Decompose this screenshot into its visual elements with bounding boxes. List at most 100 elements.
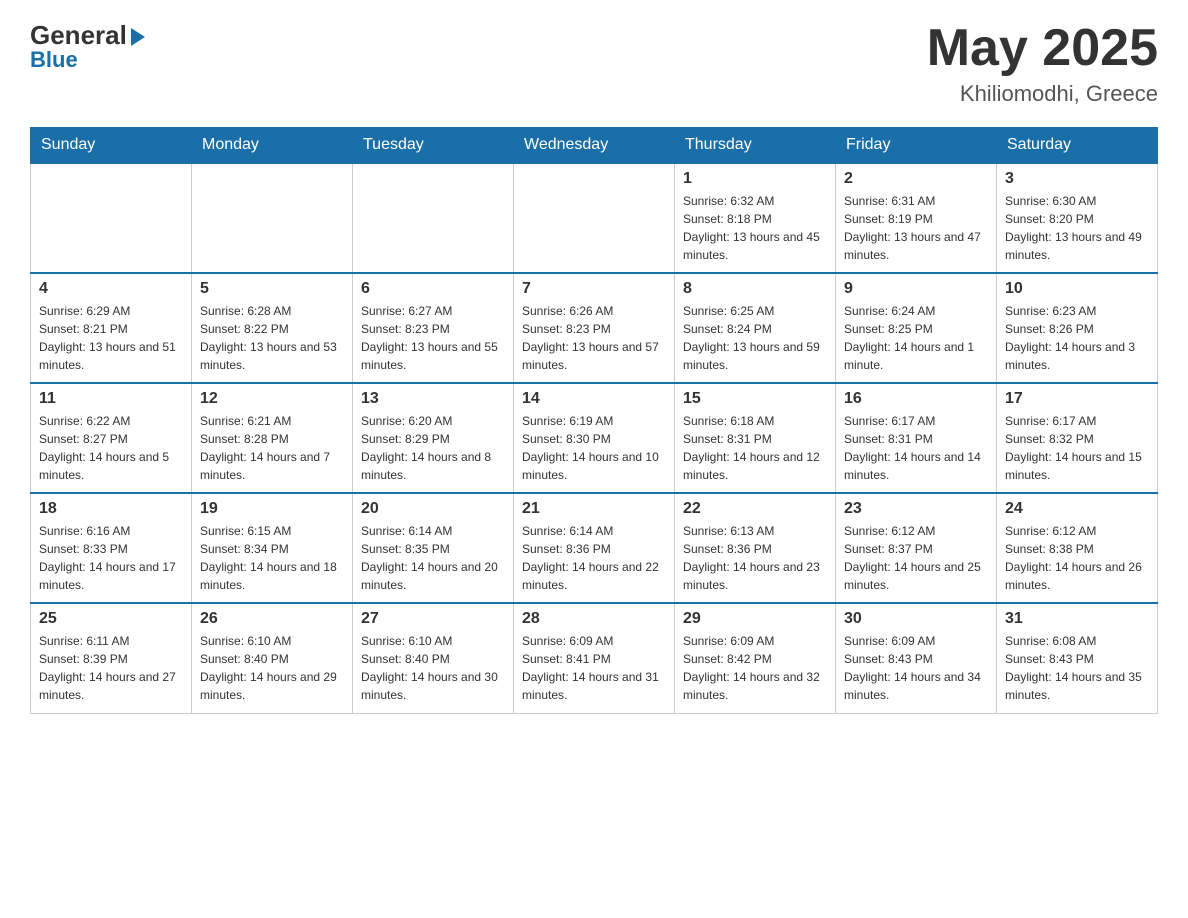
day-number: 8 bbox=[683, 280, 827, 298]
calendar-cell: 12 Sunrise: 6:21 AM Sunset: 8:28 PM Dayli… bbox=[192, 383, 353, 493]
calendar-cell bbox=[192, 163, 353, 273]
day-info: Sunrise: 6:19 AM Sunset: 8:30 PM Dayligh… bbox=[522, 412, 666, 484]
day-number: 1 bbox=[683, 170, 827, 188]
month-year-title: May 2025 bbox=[927, 20, 1158, 77]
day-info: Sunrise: 6:28 AM Sunset: 8:22 PM Dayligh… bbox=[200, 302, 344, 374]
day-number: 10 bbox=[1005, 280, 1149, 298]
calendar-week-row: 1 Sunrise: 6:32 AM Sunset: 8:18 PM Daylig… bbox=[31, 163, 1158, 273]
day-info: Sunrise: 6:12 AM Sunset: 8:37 PM Dayligh… bbox=[844, 522, 988, 594]
day-info: Sunrise: 6:13 AM Sunset: 8:36 PM Dayligh… bbox=[683, 522, 827, 594]
calendar-cell: 2 Sunrise: 6:31 AM Sunset: 8:19 PM Daylig… bbox=[836, 163, 997, 273]
day-number: 4 bbox=[39, 280, 183, 298]
day-info: Sunrise: 6:15 AM Sunset: 8:34 PM Dayligh… bbox=[200, 522, 344, 594]
calendar-table: SundayMondayTuesdayWednesdayThursdayFrid… bbox=[30, 127, 1158, 714]
calendar-cell: 29 Sunrise: 6:09 AM Sunset: 8:42 PM Dayli… bbox=[675, 603, 836, 713]
day-number: 27 bbox=[361, 610, 505, 628]
calendar-cell: 19 Sunrise: 6:15 AM Sunset: 8:34 PM Dayli… bbox=[192, 493, 353, 603]
day-info: Sunrise: 6:12 AM Sunset: 8:38 PM Dayligh… bbox=[1005, 522, 1149, 594]
day-info: Sunrise: 6:17 AM Sunset: 8:31 PM Dayligh… bbox=[844, 412, 988, 484]
day-number: 20 bbox=[361, 500, 505, 518]
calendar-header-sunday: Sunday bbox=[31, 128, 192, 164]
calendar-cell: 13 Sunrise: 6:20 AM Sunset: 8:29 PM Dayli… bbox=[353, 383, 514, 493]
day-info: Sunrise: 6:17 AM Sunset: 8:32 PM Dayligh… bbox=[1005, 412, 1149, 484]
day-info: Sunrise: 6:32 AM Sunset: 8:18 PM Dayligh… bbox=[683, 192, 827, 264]
day-info: Sunrise: 6:21 AM Sunset: 8:28 PM Dayligh… bbox=[200, 412, 344, 484]
calendar-cell: 26Sunrise: 6:10 AM Sunset: 8:40 PM Dayli… bbox=[192, 603, 353, 713]
day-number: 23 bbox=[844, 500, 988, 518]
location-label: Khiliomodhi, Greece bbox=[927, 81, 1158, 107]
calendar-header-wednesday: Wednesday bbox=[514, 128, 675, 164]
day-number: 2 bbox=[844, 170, 988, 188]
day-info: Sunrise: 6:10 AM Sunset: 8:40 PM Dayligh… bbox=[361, 632, 505, 704]
calendar-week-row: 18 Sunrise: 6:16 AM Sunset: 8:33 PM Dayli… bbox=[31, 493, 1158, 603]
day-info: Sunrise: 6:30 AM Sunset: 8:20 PM Dayligh… bbox=[1005, 192, 1149, 264]
title-block: May 2025 Khiliomodhi, Greece bbox=[927, 20, 1158, 107]
calendar-week-row: 11Sunrise: 6:22 AM Sunset: 8:27 PM Dayli… bbox=[31, 383, 1158, 493]
calendar-cell: 5 Sunrise: 6:28 AM Sunset: 8:22 PM Daylig… bbox=[192, 273, 353, 383]
day-number: 19 bbox=[200, 500, 344, 518]
day-info: Sunrise: 6:08 AM Sunset: 8:43 PM Dayligh… bbox=[1005, 632, 1149, 704]
calendar-cell: 21 Sunrise: 6:14 AM Sunset: 8:36 PM Dayli… bbox=[514, 493, 675, 603]
logo-blue-label: Blue bbox=[30, 47, 78, 73]
day-number: 13 bbox=[361, 390, 505, 408]
calendar-cell: 16 Sunrise: 6:17 AM Sunset: 8:31 PM Dayli… bbox=[836, 383, 997, 493]
calendar-cell: 31 Sunrise: 6:08 AM Sunset: 8:43 PM Dayli… bbox=[997, 603, 1158, 713]
day-number: 29 bbox=[683, 610, 827, 628]
day-number: 24 bbox=[1005, 500, 1149, 518]
calendar-cell: 24 Sunrise: 6:12 AM Sunset: 8:38 PM Dayli… bbox=[997, 493, 1158, 603]
calendar-week-row: 25Sunrise: 6:11 AM Sunset: 8:39 PM Dayli… bbox=[31, 603, 1158, 713]
day-number: 17 bbox=[1005, 390, 1149, 408]
calendar-cell: 1 Sunrise: 6:32 AM Sunset: 8:18 PM Daylig… bbox=[675, 163, 836, 273]
day-info: Sunrise: 6:29 AM Sunset: 8:21 PM Dayligh… bbox=[39, 302, 183, 374]
calendar-cell: 6 Sunrise: 6:27 AM Sunset: 8:23 PM Daylig… bbox=[353, 273, 514, 383]
day-info: Sunrise: 6:09 AM Sunset: 8:43 PM Dayligh… bbox=[844, 632, 988, 704]
day-info: Sunrise: 6:31 AM Sunset: 8:19 PM Dayligh… bbox=[844, 192, 988, 264]
calendar-cell: 28Sunrise: 6:09 AM Sunset: 8:41 PM Dayli… bbox=[514, 603, 675, 713]
calendar-cell bbox=[31, 163, 192, 273]
day-number: 28 bbox=[522, 610, 666, 628]
day-number: 6 bbox=[361, 280, 505, 298]
day-info: Sunrise: 6:27 AM Sunset: 8:23 PM Dayligh… bbox=[361, 302, 505, 374]
calendar-cell: 11Sunrise: 6:22 AM Sunset: 8:27 PM Dayli… bbox=[31, 383, 192, 493]
day-info: Sunrise: 6:09 AM Sunset: 8:42 PM Dayligh… bbox=[683, 632, 827, 704]
calendar-cell: 9 Sunrise: 6:24 AM Sunset: 8:25 PM Daylig… bbox=[836, 273, 997, 383]
day-info: Sunrise: 6:24 AM Sunset: 8:25 PM Dayligh… bbox=[844, 302, 988, 374]
calendar-cell: 20 Sunrise: 6:14 AM Sunset: 8:35 PM Dayli… bbox=[353, 493, 514, 603]
day-number: 16 bbox=[844, 390, 988, 408]
day-info: Sunrise: 6:16 AM Sunset: 8:33 PM Dayligh… bbox=[39, 522, 183, 594]
day-number: 31 bbox=[1005, 610, 1149, 628]
calendar-cell: 30Sunrise: 6:09 AM Sunset: 8:43 PM Dayli… bbox=[836, 603, 997, 713]
day-number: 21 bbox=[522, 500, 666, 518]
calendar-cell: 23 Sunrise: 6:12 AM Sunset: 8:37 PM Dayli… bbox=[836, 493, 997, 603]
day-number: 9 bbox=[844, 280, 988, 298]
calendar-cell bbox=[353, 163, 514, 273]
calendar-cell: 8 Sunrise: 6:25 AM Sunset: 8:24 PM Daylig… bbox=[675, 273, 836, 383]
calendar-cell: 25Sunrise: 6:11 AM Sunset: 8:39 PM Dayli… bbox=[31, 603, 192, 713]
calendar-header-monday: Monday bbox=[192, 128, 353, 164]
calendar-header-saturday: Saturday bbox=[997, 128, 1158, 164]
day-number: 15 bbox=[683, 390, 827, 408]
page-header: General Blue May 2025 Khiliomodhi, Greec… bbox=[30, 20, 1158, 107]
day-info: Sunrise: 6:14 AM Sunset: 8:36 PM Dayligh… bbox=[522, 522, 666, 594]
day-number: 18 bbox=[39, 500, 183, 518]
day-info: Sunrise: 6:20 AM Sunset: 8:29 PM Dayligh… bbox=[361, 412, 505, 484]
day-number: 5 bbox=[200, 280, 344, 298]
day-info: Sunrise: 6:25 AM Sunset: 8:24 PM Dayligh… bbox=[683, 302, 827, 374]
calendar-cell: 15 Sunrise: 6:18 AM Sunset: 8:31 PM Dayli… bbox=[675, 383, 836, 493]
calendar-cell: 27 Sunrise: 6:10 AM Sunset: 8:40 PM Dayli… bbox=[353, 603, 514, 713]
calendar-cell bbox=[514, 163, 675, 273]
day-number: 22 bbox=[683, 500, 827, 518]
calendar-week-row: 4 Sunrise: 6:29 AM Sunset: 8:21 PM Daylig… bbox=[31, 273, 1158, 383]
day-info: Sunrise: 6:26 AM Sunset: 8:23 PM Dayligh… bbox=[522, 302, 666, 374]
day-info: Sunrise: 6:14 AM Sunset: 8:35 PM Dayligh… bbox=[361, 522, 505, 594]
day-number: 25 bbox=[39, 610, 183, 628]
day-number: 12 bbox=[200, 390, 344, 408]
calendar-cell: 17 Sunrise: 6:17 AM Sunset: 8:32 PM Dayli… bbox=[997, 383, 1158, 493]
calendar-cell: 14 Sunrise: 6:19 AM Sunset: 8:30 PM Dayli… bbox=[514, 383, 675, 493]
day-number: 14 bbox=[522, 390, 666, 408]
calendar-cell: 3 Sunrise: 6:30 AM Sunset: 8:20 PM Daylig… bbox=[997, 163, 1158, 273]
day-info: Sunrise: 6:18 AM Sunset: 8:31 PM Dayligh… bbox=[683, 412, 827, 484]
day-number: 3 bbox=[1005, 170, 1149, 188]
day-info: Sunrise: 6:22 AM Sunset: 8:27 PM Dayligh… bbox=[39, 412, 183, 484]
calendar-header-friday: Friday bbox=[836, 128, 997, 164]
